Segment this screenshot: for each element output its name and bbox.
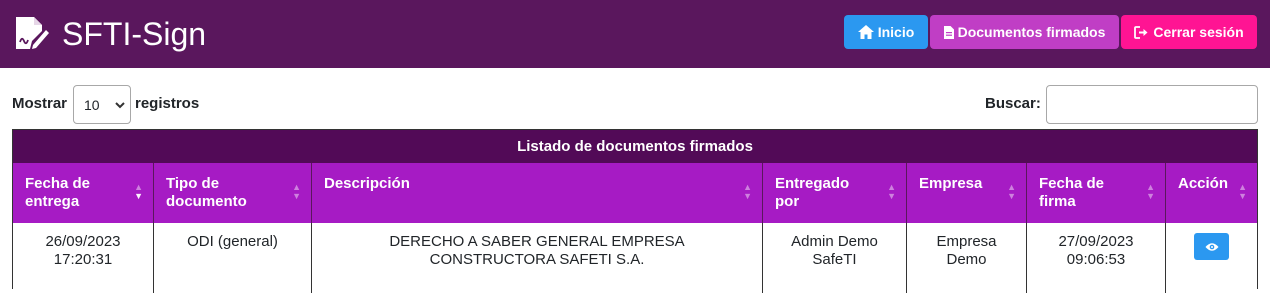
- column-header-label: documento: [166, 193, 247, 210]
- cell-entregado-por: Admin Demo SafeTI: [763, 223, 907, 293]
- signed-documents-table: Listado de documentos firmados Fecha de …: [12, 129, 1258, 293]
- page-length-select[interactable]: 10: [73, 85, 131, 124]
- cell-tipo-documento: ODI (general): [154, 223, 312, 293]
- column-header-label: Descripción: [324, 175, 410, 192]
- cell-text: SafeTI: [812, 251, 857, 268]
- cell-text: 27/09/2023: [1058, 233, 1134, 250]
- page-length-value: 10: [84, 97, 100, 113]
- cell-text: CONSTRUCTORA SAFETI S.A.: [429, 251, 645, 268]
- cell-text: ODI (general): [187, 233, 278, 250]
- home-icon: [857, 25, 874, 39]
- brand[interactable]: SFTI-Sign: [12, 12, 206, 56]
- table-header: Fecha de entrega ▲ ▼ Tipo de documento ▲ ▼…: [13, 163, 1257, 223]
- file-icon: [943, 25, 954, 39]
- chevron-down-icon: [115, 102, 125, 109]
- column-header-entregado-por[interactable]: Entregado por ▲ ▼: [763, 163, 907, 223]
- signed-document-icon: [16, 17, 49, 49]
- cell-text: DERECHO A SABER GENERAL EMPRESA: [389, 233, 685, 250]
- cell-text: 26/09/2023: [45, 233, 121, 250]
- sort-icon: ▲ ▼: [743, 182, 752, 201]
- search-input[interactable]: [1046, 85, 1258, 124]
- cell-descripcion: DERECHO A SABER GENERAL EMPRESA CONSTRUC…: [312, 223, 763, 293]
- sort-icon: ▲ ▼: [292, 182, 301, 201]
- sort-desc-icon: ▲ ▼: [134, 182, 143, 201]
- column-header-tipo-documento[interactable]: Tipo de documento ▲ ▼: [154, 163, 312, 223]
- cell-fecha-entrega: 26/09/2023 17:20:31: [13, 223, 154, 293]
- column-header-empresa[interactable]: Empresa ▲ ▼: [907, 163, 1027, 223]
- top-navbar: SFTI-Sign Inicio Documentos firmados Cer…: [0, 0, 1270, 68]
- view-document-button[interactable]: [1194, 233, 1229, 260]
- cell-text: 17:20:31: [53, 251, 113, 268]
- table-title: Listado de documentos firmados: [13, 129, 1257, 163]
- cell-fecha-firma: 27/09/2023 09:06:53: [1027, 223, 1166, 293]
- sort-icon: ▲ ▼: [1146, 182, 1155, 201]
- column-header-fecha-firma[interactable]: Fecha de firma ▲ ▼: [1027, 163, 1166, 223]
- logout-button[interactable]: Cerrar sesión: [1121, 15, 1257, 49]
- cell-accion: [1166, 223, 1257, 293]
- signed-documents-button[interactable]: Documentos firmados: [930, 15, 1119, 49]
- home-button[interactable]: Inicio: [844, 15, 928, 49]
- cell-text: Admin Demo: [791, 233, 878, 250]
- cell-text: Empresa: [936, 233, 997, 250]
- table-row: 26/09/2023 17:20:31 ODI (general) DERECH…: [13, 223, 1257, 293]
- sort-icon: ▲ ▼: [1238, 182, 1247, 201]
- column-header-fecha-entrega[interactable]: Fecha de entrega ▲ ▼: [13, 163, 154, 223]
- column-header-label: Tipo de: [166, 175, 220, 192]
- cell-text: 09:06:53: [1066, 251, 1126, 268]
- search-label: Buscar:: [985, 95, 1041, 112]
- sort-icon: ▲ ▼: [887, 182, 896, 201]
- signed-documents-button-label: Documentos firmados: [957, 24, 1106, 40]
- home-button-label: Inicio: [877, 24, 915, 40]
- sort-icon: ▲ ▼: [1007, 182, 1016, 201]
- column-header-accion[interactable]: Acción ▲ ▼: [1166, 163, 1257, 223]
- records-label: registros: [135, 95, 200, 112]
- sign-out-icon: [1134, 25, 1148, 39]
- eye-icon: [1205, 242, 1218, 251]
- show-label: Mostrar: [12, 95, 68, 112]
- logout-button-label: Cerrar sesión: [1153, 24, 1244, 40]
- cell-empresa: Empresa Demo: [907, 223, 1027, 293]
- cell-text: Demo: [946, 251, 987, 268]
- column-header-descripcion[interactable]: Descripción ▲ ▼: [312, 163, 763, 223]
- app-title: SFTI-Sign: [62, 16, 207, 52]
